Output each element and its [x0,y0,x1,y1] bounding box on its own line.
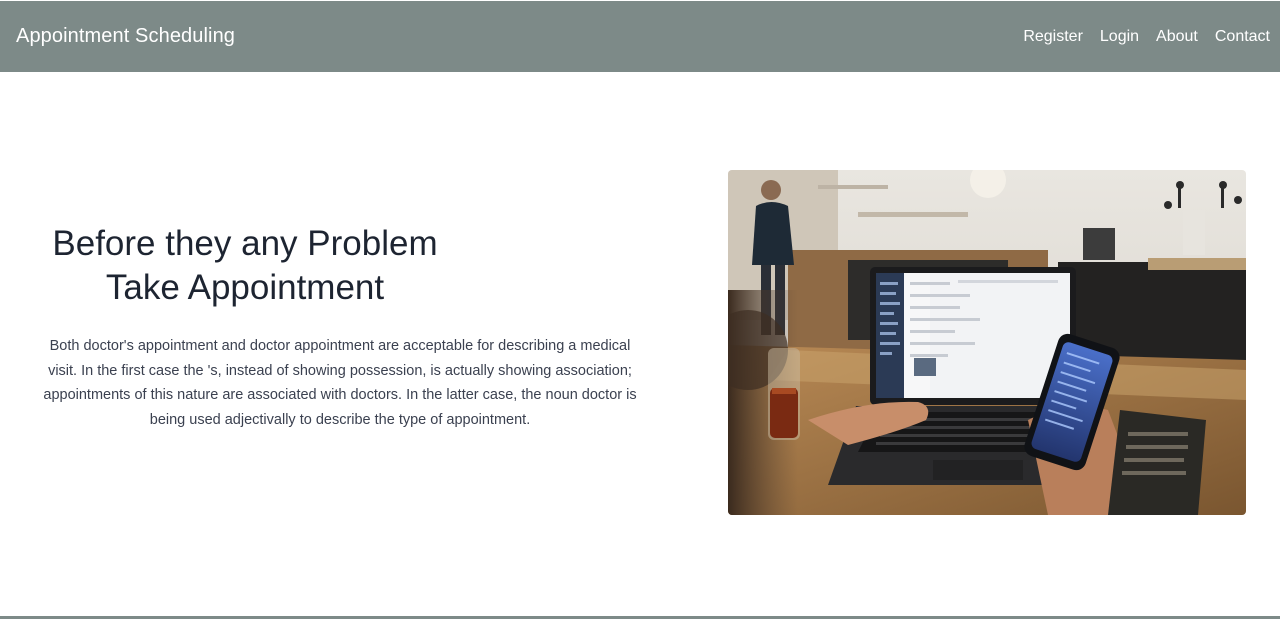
brand-link[interactable]: Appointment Scheduling [16,25,235,48]
tea-glass [768,348,800,440]
hero-title: Before they any Problem Take Appointment [40,222,450,310]
nav-links: Register Login About Contact [1006,28,1270,46]
hero-image: MacBook Pro [728,170,1246,515]
laptop-cafe-photo: MacBook Pro [728,170,1246,515]
hero-description: Both doctor's appointment and doctor app… [43,338,637,429]
hero-title-line-1: Before they any Problem [52,224,438,263]
hero-text-section: Before they any Problem Take Appointment… [40,222,640,433]
nav-register-link[interactable]: Register [1023,28,1083,46]
hero-title-line-2: Take Appointment [105,268,385,307]
top-navbar: Appointment Scheduling Register Login Ab… [0,1,1280,72]
book [1108,410,1206,515]
nav-login-link[interactable]: Login [1100,28,1139,46]
nav-contact-link[interactable]: Contact [1215,28,1270,46]
nav-about-link[interactable]: About [1156,28,1198,46]
